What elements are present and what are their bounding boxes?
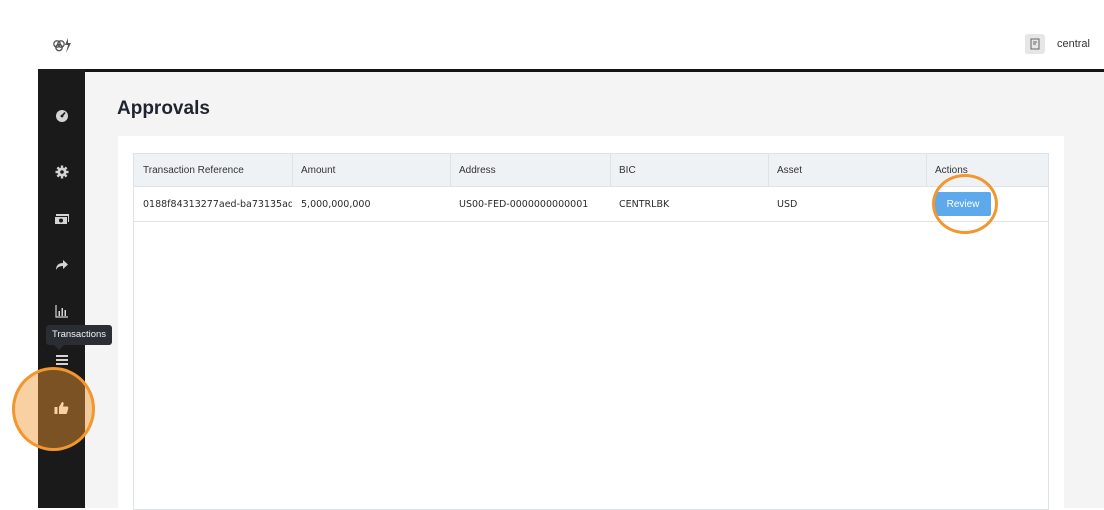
table-header: Transaction Reference Amount Address BIC… xyxy=(134,154,1048,187)
transaction-reference: 0188f84313277aed-ba73135ad... xyxy=(143,198,292,210)
review-button[interactable]: Review xyxy=(935,192,991,216)
gear-icon xyxy=(55,165,69,179)
share-icon xyxy=(55,259,69,271)
main-content: Approvals Transaction Reference Amount A… xyxy=(85,72,1104,510)
column-divider xyxy=(610,154,611,186)
transaction-address: US00-FED-0000000000001 xyxy=(459,198,589,210)
transaction-bic: CENTRLBK xyxy=(619,198,670,210)
approvals-table: Transaction Reference Amount Address BIC… xyxy=(133,153,1049,510)
approvals-card: Transaction Reference Amount Address BIC… xyxy=(118,136,1064,510)
thumbs-up-icon xyxy=(54,401,69,415)
column-header-bic: BIC xyxy=(619,164,636,176)
column-header-reference: Transaction Reference xyxy=(143,164,244,176)
user-name: central xyxy=(1056,38,1090,50)
column-header-amount: Amount xyxy=(301,164,336,176)
column-header-actions: Actions xyxy=(935,164,968,176)
column-header-asset: Asset xyxy=(777,164,803,176)
bar-chart-icon xyxy=(54,304,69,318)
user-menu[interactable]: central xyxy=(1024,34,1090,54)
column-divider xyxy=(768,154,769,186)
dashboard-icon xyxy=(55,109,69,123)
transaction-actions: Review xyxy=(926,187,1048,221)
sidebar xyxy=(38,69,85,508)
sidebar-item-funds[interactable] xyxy=(38,202,85,236)
user-icon xyxy=(1024,34,1045,54)
logo-icon[interactable] xyxy=(52,36,74,56)
column-divider xyxy=(292,154,293,186)
sidebar-item-dashboard[interactable] xyxy=(38,99,85,133)
page-title: Approvals xyxy=(117,98,210,119)
column-divider xyxy=(926,154,927,186)
sidebar-tooltip: Transactions xyxy=(46,325,113,350)
column-divider xyxy=(450,154,451,186)
sidebar-item-settings[interactable] xyxy=(38,155,85,189)
table-row[interactable]: 0188f84313277aed-ba73135ad... 5,000,000,… xyxy=(134,187,1048,222)
column-header-address: Address xyxy=(459,164,496,176)
sidebar-item-transfer[interactable] xyxy=(38,248,85,282)
sidebar-item-approvals[interactable] xyxy=(38,391,85,425)
sidebar-item-reports[interactable] xyxy=(38,294,85,328)
transaction-asset: USD xyxy=(777,198,798,210)
money-icon xyxy=(53,213,70,226)
transaction-amount: 5,000,000,000 xyxy=(301,198,371,210)
top-bar: central xyxy=(0,0,1104,69)
list-icon xyxy=(55,354,69,366)
